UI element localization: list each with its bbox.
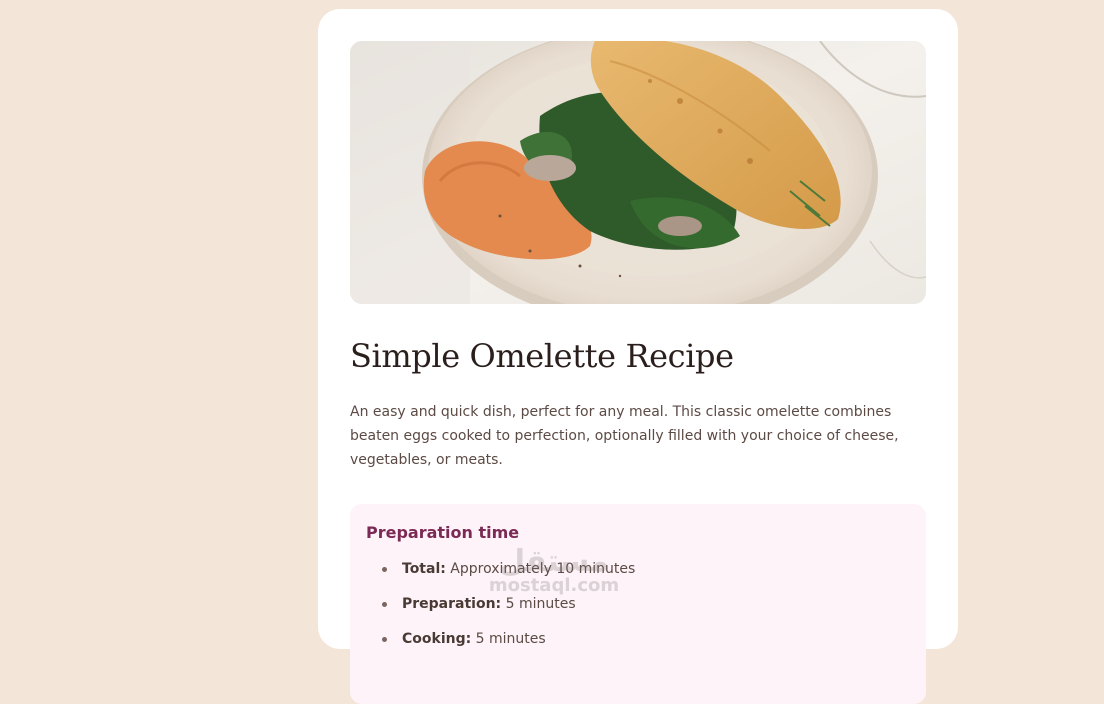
- preparation-time-section: Preparation time Total: Approximately 10…: [350, 504, 926, 704]
- bullet-icon: [382, 637, 387, 642]
- prep-item-label: Total:: [402, 561, 446, 577]
- list-item: Total: Approximately 10 minutes: [380, 560, 910, 579]
- recipe-description: An easy and quick dish, perfect for any …: [350, 404, 899, 468]
- recipe-card: Simple Omelette Recipe An easy and quick…: [318, 9, 958, 704]
- bullet-icon: [382, 567, 387, 572]
- recipe-title: Simple Omelette Recipe: [350, 337, 734, 375]
- list-item: Preparation: 5 minutes: [380, 595, 910, 614]
- prep-item-value: 5 minutes: [501, 596, 576, 612]
- prep-item-label: Preparation:: [402, 596, 502, 612]
- prep-item-value: 5 minutes: [471, 631, 546, 647]
- prep-item-label: Cooking:: [402, 631, 472, 647]
- preparation-time-heading: Preparation time: [366, 523, 520, 542]
- preparation-time-list: Total: Approximately 10 minutes Preparat…: [366, 560, 910, 649]
- bullet-icon: [382, 602, 387, 607]
- omelette-photo: [350, 41, 926, 304]
- list-item: Cooking: 5 minutes: [380, 630, 910, 649]
- prep-item-value: Approximately 10 minutes: [445, 561, 636, 577]
